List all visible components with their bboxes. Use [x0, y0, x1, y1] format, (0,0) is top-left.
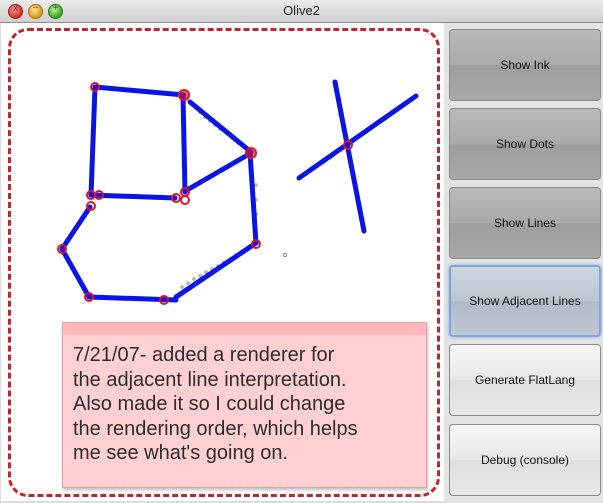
- debug-console-button[interactable]: Debug (console): [449, 424, 601, 496]
- note-line: the adjacent line interpretation.: [73, 368, 347, 391]
- note-line: the rendering order, which helps: [73, 417, 358, 440]
- note-header-strip: [63, 323, 426, 335]
- show-lines-button[interactable]: Show Lines: [449, 187, 601, 259]
- ink-dots: [138, 90, 348, 289]
- interpreted-lines: [59, 79, 419, 303]
- note-line: Also made it so I could change: [73, 393, 346, 415]
- note-text: 7/21/07- added a renderer for the adjace…: [73, 343, 420, 466]
- sticky-note: 7/21/07- added a renderer for the adjace…: [62, 322, 427, 488]
- show-dots-button[interactable]: Show Dots: [449, 108, 601, 180]
- note-line: 7/21/07- added a renderer for: [73, 344, 335, 366]
- note-line: me see what's going on.: [73, 442, 289, 464]
- show-adjacent-lines-button[interactable]: Show Adjacent Lines: [449, 265, 601, 337]
- show-ink-button[interactable]: Show Ink: [449, 29, 601, 101]
- generate-flatlang-button[interactable]: Generate FlatLang: [449, 344, 601, 416]
